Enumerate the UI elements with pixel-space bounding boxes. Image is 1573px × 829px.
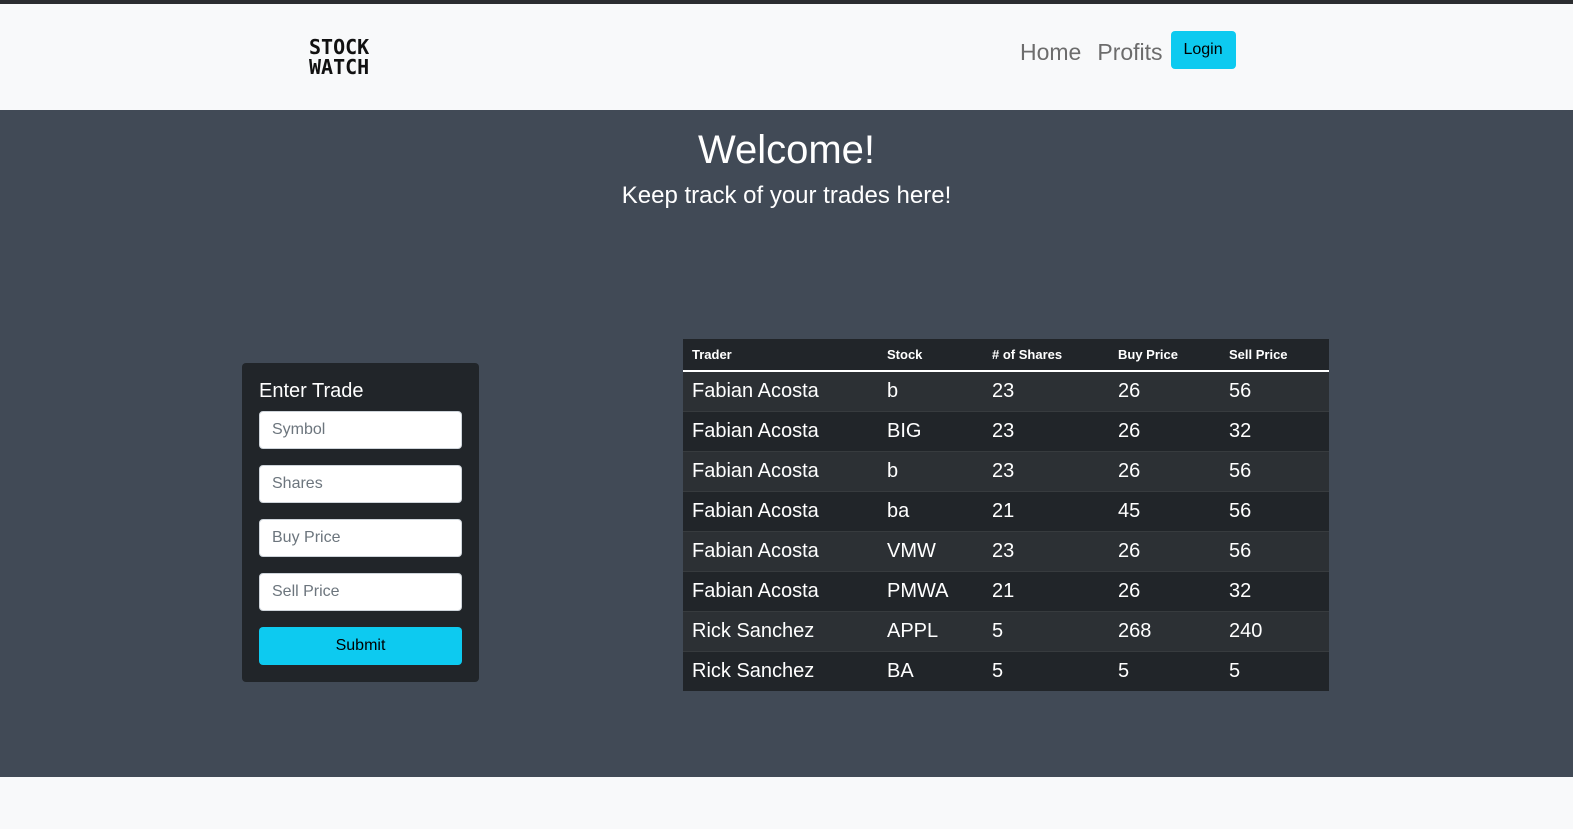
brand-logo[interactable]: STOCK WATCH bbox=[309, 37, 369, 77]
brand-line-1: STOCK bbox=[309, 35, 370, 59]
table-header-row: Trader Stock # of Shares Buy Price Sell … bbox=[683, 339, 1329, 372]
cell-shares: 23 bbox=[983, 530, 1109, 571]
form-title: Enter Trade bbox=[259, 380, 364, 402]
table-row: Rick Sanchez BA 5 5 5 bbox=[683, 650, 1329, 691]
footer bbox=[0, 777, 1573, 829]
shares-input[interactable] bbox=[259, 465, 462, 503]
cell-stock: b bbox=[878, 370, 983, 411]
header-stock: Stock bbox=[878, 339, 983, 372]
cell-trader: Fabian Acosta bbox=[683, 370, 878, 411]
cell-sell-price: 56 bbox=[1220, 530, 1329, 571]
cell-shares: 5 bbox=[983, 610, 1109, 651]
trades-table: Trader Stock # of Shares Buy Price Sell … bbox=[683, 339, 1329, 691]
cell-stock: ba bbox=[878, 490, 983, 531]
table-row: Rick Sanchez APPL 5 268 240 bbox=[683, 610, 1329, 651]
nav-link-home[interactable]: Home bbox=[1012, 31, 1089, 74]
cell-trader: Fabian Acosta bbox=[683, 490, 878, 531]
table-row: Fabian Acosta b 23 26 56 bbox=[683, 450, 1329, 491]
cell-sell-price: 32 bbox=[1220, 410, 1329, 451]
cell-sell-price: 56 bbox=[1220, 450, 1329, 491]
table-row: Fabian Acosta VMW 23 26 56 bbox=[683, 530, 1329, 571]
main-section: Welcome! Keep track of your trades here!… bbox=[0, 110, 1573, 777]
brand-line-2: WATCH bbox=[309, 55, 370, 79]
page-subtitle: Keep track of your trades here! bbox=[621, 182, 952, 209]
cell-sell-price: 56 bbox=[1220, 370, 1329, 411]
cell-buy-price: 45 bbox=[1109, 490, 1220, 531]
cell-buy-price: 5 bbox=[1109, 650, 1220, 691]
cell-stock: b bbox=[878, 450, 983, 491]
buy-price-input[interactable] bbox=[259, 519, 462, 557]
cell-buy-price: 268 bbox=[1109, 610, 1220, 651]
page-title: Welcome! bbox=[697, 128, 876, 172]
cell-trader: Fabian Acosta bbox=[683, 530, 878, 571]
cell-buy-price: 26 bbox=[1109, 370, 1220, 411]
cell-stock: APPL bbox=[878, 610, 983, 651]
header-buy-price: Buy Price bbox=[1109, 339, 1220, 372]
cell-shares: 5 bbox=[983, 650, 1109, 691]
submit-button[interactable]: Submit bbox=[259, 627, 462, 665]
header-sell-price: Sell Price bbox=[1220, 339, 1329, 372]
cell-shares: 23 bbox=[983, 370, 1109, 411]
cell-buy-price: 26 bbox=[1109, 450, 1220, 491]
cell-stock: BIG bbox=[878, 410, 983, 451]
cell-sell-price: 32 bbox=[1220, 570, 1329, 611]
enter-trade-form: Enter Trade Submit bbox=[242, 363, 479, 682]
cell-sell-price: 240 bbox=[1220, 610, 1329, 651]
cell-trader: Fabian Acosta bbox=[683, 410, 878, 451]
cell-sell-price: 56 bbox=[1220, 490, 1329, 531]
header-trader: Trader bbox=[683, 339, 878, 372]
cell-buy-price: 26 bbox=[1109, 570, 1220, 611]
cell-buy-price: 26 bbox=[1109, 530, 1220, 571]
cell-sell-price: 5 bbox=[1220, 650, 1329, 691]
cell-stock: BA bbox=[878, 650, 983, 691]
table-row: Fabian Acosta BIG 23 26 32 bbox=[683, 410, 1329, 451]
login-button[interactable]: Login bbox=[1170, 30, 1236, 69]
nav-link-profits[interactable]: Profits bbox=[1089, 31, 1170, 74]
cell-shares: 21 bbox=[983, 570, 1109, 611]
cell-trader: Rick Sanchez bbox=[683, 650, 878, 691]
sell-price-input[interactable] bbox=[259, 573, 462, 611]
table-row: Fabian Acosta ba 21 45 56 bbox=[683, 490, 1329, 531]
cell-shares: 23 bbox=[983, 410, 1109, 451]
nav-links: Home Profits Login bbox=[1012, 30, 1236, 74]
cell-stock: PMWA bbox=[878, 570, 983, 611]
cell-stock: VMW bbox=[878, 530, 983, 571]
cell-trader: Rick Sanchez bbox=[683, 610, 878, 651]
symbol-input[interactable] bbox=[259, 411, 462, 449]
cell-buy-price: 26 bbox=[1109, 410, 1220, 451]
cell-trader: Fabian Acosta bbox=[683, 570, 878, 611]
cell-shares: 21 bbox=[983, 490, 1109, 531]
cell-shares: 23 bbox=[983, 450, 1109, 491]
navbar: STOCK WATCH Home Profits Login bbox=[0, 4, 1573, 110]
table-row: Fabian Acosta b 23 26 56 bbox=[683, 370, 1329, 411]
cell-trader: Fabian Acosta bbox=[683, 450, 878, 491]
header-shares: # of Shares bbox=[983, 339, 1109, 372]
table-row: Fabian Acosta PMWA 21 26 32 bbox=[683, 570, 1329, 611]
